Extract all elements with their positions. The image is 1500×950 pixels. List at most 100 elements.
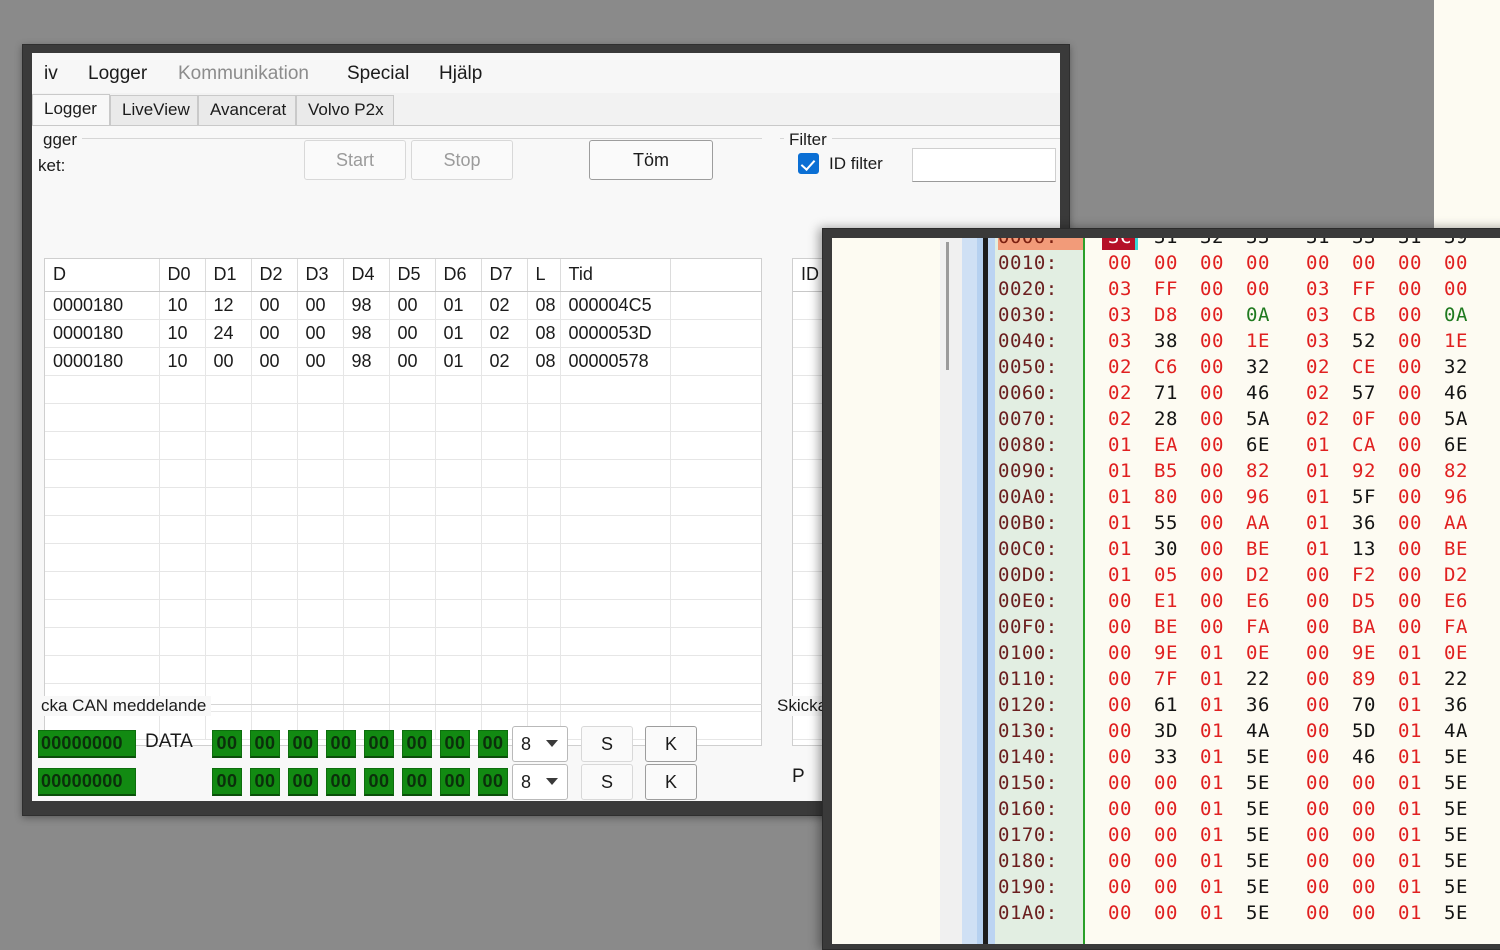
hex-byte[interactable]: 00 <box>1194 536 1230 562</box>
hex-byte[interactable]: 00 <box>1102 614 1138 640</box>
hex-byte[interactable]: 01 <box>1194 796 1230 822</box>
hex-byte[interactable]: 01 <box>1300 458 1336 484</box>
menu-item-2[interactable]: Kommunikation <box>178 63 309 85</box>
hex-gutter[interactable] <box>940 238 962 944</box>
hex-byte[interactable]: 01 <box>1194 692 1230 718</box>
hex-byte[interactable]: 00 <box>1300 250 1336 276</box>
hex-byte[interactable]: 02 <box>1300 380 1336 406</box>
hex-byte[interactable]: 01 <box>1194 848 1230 874</box>
hex-byte[interactable]: 00 <box>1148 796 1184 822</box>
hex-byte[interactable]: 01 <box>1392 718 1428 744</box>
hex-byte[interactable]: 13 <box>1346 536 1382 562</box>
hex-byte[interactable]: 00 <box>1392 380 1428 406</box>
hex-byte[interactable]: 02 <box>1300 354 1336 380</box>
hex-byte[interactable]: E6 <box>1438 588 1474 614</box>
hex-byte[interactable]: FA <box>1240 614 1276 640</box>
hex-byte[interactable]: 5E <box>1438 900 1474 926</box>
hex-byte[interactable]: 03 <box>1102 276 1138 302</box>
hex-byte[interactable]: 5E <box>1240 770 1276 796</box>
can-data-byte-3[interactable]: 00 <box>326 730 356 758</box>
hex-byte[interactable]: 01 <box>1102 432 1138 458</box>
hex-byte[interactable]: 00 <box>1194 276 1230 302</box>
hex-byte[interactable]: C6 <box>1148 354 1184 380</box>
hex-byte[interactable]: 36 <box>1240 692 1276 718</box>
hex-byte[interactable]: 00 <box>1392 302 1428 328</box>
hex-byte[interactable]: 01 <box>1392 900 1428 926</box>
hex-byte[interactable]: 5A <box>1240 406 1276 432</box>
log-col-D1[interactable]: D1 <box>205 259 252 292</box>
hex-byte[interactable]: 00 <box>1392 614 1428 640</box>
hex-byte[interactable]: D5 <box>1346 588 1382 614</box>
hex-byte[interactable]: 5E <box>1240 900 1276 926</box>
hex-byte[interactable]: EA <box>1148 432 1184 458</box>
hex-byte[interactable]: 38 <box>1148 328 1184 354</box>
hex-byte[interactable]: 4A <box>1438 718 1474 744</box>
hex-byte[interactable]: 00 <box>1148 822 1184 848</box>
log-col-D0[interactable]: D0 <box>159 259 206 292</box>
can-data-byte-row2-2[interactable]: 00 <box>288 768 318 796</box>
hex-byte[interactable]: 00 <box>1194 510 1230 536</box>
hex-byte[interactable]: 00 <box>1102 744 1138 770</box>
hex-byte[interactable]: 3D <box>1148 718 1184 744</box>
hex-byte[interactable]: 00 <box>1300 640 1336 666</box>
hex-byte[interactable]: CB <box>1346 302 1382 328</box>
hex-byte[interactable]: 00 <box>1148 250 1184 276</box>
hex-byte[interactable]: BE <box>1438 536 1474 562</box>
hex-byte[interactable]: 32 <box>1240 354 1276 380</box>
table-row[interactable]: 0000180 10 12 00 00 98 00 01 02 08 000004C5 <box>45 291 761 320</box>
table-row-empty[interactable] <box>45 515 761 544</box>
hex-byte[interactable]: 01 <box>1300 536 1336 562</box>
can-data-byte-row2-5[interactable]: 00 <box>402 768 432 796</box>
table-row[interactable]: 0000180 10 24 00 00 98 00 01 02 08 0000053D <box>45 319 761 348</box>
log-table[interactable]: D D0 D1 D2 D3 D4 D5 D6 D7 L Tid 0000180 10 12 00 00 98 0… <box>44 258 762 746</box>
can-id-input[interactable]: 00000000 <box>38 730 136 758</box>
hex-byte[interactable]: 70 <box>1346 692 1382 718</box>
hex-byte[interactable]: 31 <box>1392 238 1428 250</box>
hex-byte[interactable]: 00 <box>1438 276 1474 302</box>
hex-byte[interactable]: BE <box>1148 614 1184 640</box>
can-data-byte-6[interactable]: 00 <box>440 730 470 758</box>
hex-byte[interactable]: 01 <box>1392 744 1428 770</box>
log-col-Tid[interactable]: Tid <box>560 259 671 292</box>
hex-byte[interactable]: 01 <box>1392 874 1428 900</box>
hex-byte[interactable]: 00 <box>1102 796 1138 822</box>
hex-byte[interactable]: 5E <box>1438 848 1474 874</box>
hex-byte[interactable]: 02 <box>1102 354 1138 380</box>
hex-byte[interactable]: 28 <box>1148 406 1184 432</box>
can-data-byte-5[interactable]: 00 <box>402 730 432 758</box>
hex-byte[interactable]: 5E <box>1240 744 1276 770</box>
hex-byte[interactable]: 00 <box>1102 874 1138 900</box>
hex-byte[interactable]: 33 <box>1346 238 1382 250</box>
can-id-input-2[interactable]: 00000000 <box>38 768 136 796</box>
hex-byte[interactable]: 0E <box>1438 640 1474 666</box>
hex-byte[interactable]: 03 <box>1300 302 1336 328</box>
hex-byte[interactable]: 00 <box>1300 848 1336 874</box>
tab-liveview[interactable]: LiveView <box>110 95 198 126</box>
hex-byte[interactable]: 80 <box>1148 484 1184 510</box>
hex-byte[interactable]: 00 <box>1346 770 1382 796</box>
hex-byte[interactable]: 01 <box>1300 432 1336 458</box>
hex-byte[interactable]: 5D <box>1346 718 1382 744</box>
hex-byte[interactable]: E1 <box>1148 588 1184 614</box>
hex-byte[interactable]: AA <box>1240 510 1276 536</box>
hex-byte[interactable]: D8 <box>1148 302 1184 328</box>
hex-scroll-thumb[interactable] <box>946 242 949 370</box>
can-data-byte-row2-1[interactable]: 00 <box>250 768 280 796</box>
hex-byte[interactable]: 36 <box>1346 510 1382 536</box>
tab-avancerat[interactable]: Avancerat <box>198 95 296 126</box>
hex-byte[interactable]: 00 <box>1300 770 1336 796</box>
hex-byte[interactable]: 46 <box>1240 380 1276 406</box>
hex-byte[interactable]: 00 <box>1194 562 1230 588</box>
hex-byte[interactable]: 00 <box>1392 328 1428 354</box>
table-row-empty[interactable] <box>45 655 761 684</box>
hex-byte[interactable]: 00 <box>1300 718 1336 744</box>
hex-byte[interactable]: 9E <box>1346 640 1382 666</box>
can-data-byte-row2-0[interactable]: 00 <box>212 768 242 796</box>
log-col-D[interactable]: D <box>45 259 160 292</box>
hex-byte[interactable]: 52 <box>1346 328 1382 354</box>
hex-byte[interactable]: 00 <box>1392 510 1428 536</box>
hex-byte[interactable]: 00 <box>1102 250 1138 276</box>
hex-byte[interactable]: 01 <box>1392 796 1428 822</box>
hex-byte[interactable]: 00 <box>1346 796 1382 822</box>
hex-byte[interactable]: 00 <box>1102 822 1138 848</box>
